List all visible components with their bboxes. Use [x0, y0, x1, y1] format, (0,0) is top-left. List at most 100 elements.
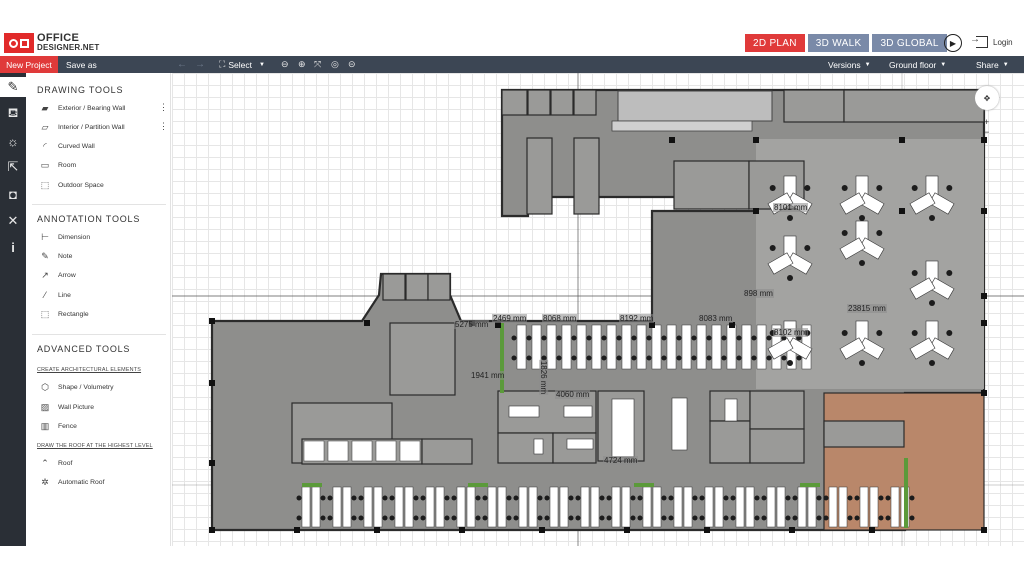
redo-icon[interactable]: →	[195, 56, 205, 73]
chair	[413, 515, 419, 521]
view-3d-walk-button[interactable]: 3D WALK	[807, 34, 870, 52]
floor-dropdown[interactable]: Ground floor ▼	[889, 56, 946, 73]
center-view-icon[interactable]: ◎	[331, 56, 339, 73]
column	[789, 527, 795, 533]
bench	[399, 440, 421, 462]
chair	[792, 515, 798, 521]
shape-volumetry-tool[interactable]: ⬡ Shape / Volumetry	[38, 380, 113, 394]
sun-icon[interactable]: ☼	[3, 131, 23, 151]
line-tool[interactable]: ⁄ Line	[38, 288, 71, 302]
versions-dropdown[interactable]: Versions ▼	[828, 56, 871, 73]
dimension-label: 4060 mm	[555, 390, 591, 399]
chair	[676, 355, 682, 361]
automatic-roof-tool[interactable]: ✲ Automatic Roof	[38, 475, 104, 489]
draw-roof-link[interactable]: DRAW THE ROOF AT THE HIGHEST LEVEL	[37, 443, 153, 449]
desk	[373, 486, 383, 528]
delete-icon[interactable]: ⊝	[348, 56, 356, 73]
rectangle-tool[interactable]: ⬚ Rectangle	[38, 307, 89, 321]
column	[704, 527, 710, 533]
chair	[351, 515, 357, 521]
wall-picture-tool[interactable]: ▨ Wall Picture	[38, 400, 94, 414]
interior-wall-tool[interactable]: ▱ Interior / Partition Wall	[38, 120, 125, 134]
curved-wall-icon: ◜	[43, 140, 47, 151]
desk	[807, 486, 817, 528]
fence-tool[interactable]: ▥ Fence	[38, 419, 77, 433]
chair	[854, 515, 860, 521]
logo-line2: DESIGNER.NET	[37, 43, 100, 52]
undo-icon[interactable]: ←	[177, 56, 187, 73]
column	[294, 527, 300, 533]
tools-icon[interactable]: ✕	[3, 211, 23, 231]
more-options-icon[interactable]: ⋮	[159, 102, 168, 113]
desk	[681, 324, 692, 370]
floor-plan-canvas[interactable]: 8101 mm 898 mm 23815 mm 8102 mm 2469 mm …	[172, 73, 1024, 546]
desk	[651, 324, 662, 370]
fit-screen-icon[interactable]: ⤧	[314, 56, 321, 73]
desk	[528, 486, 538, 528]
chair	[631, 355, 637, 361]
chair	[382, 495, 388, 501]
select-tool-dropdown[interactable]: ⛶ Select ▼	[219, 56, 265, 73]
desk	[561, 324, 572, 370]
chair	[616, 355, 622, 361]
chair	[841, 185, 848, 191]
column	[899, 208, 905, 214]
pan-control-icon[interactable]: ✥	[975, 86, 999, 110]
desk	[549, 486, 559, 528]
save-as-button[interactable]: Save as	[66, 56, 97, 73]
dimension-label: 4724 mm	[603, 456, 639, 465]
export-icon[interactable]: ⇱	[3, 157, 23, 177]
chair	[451, 495, 457, 501]
view-2d-plan-button[interactable]: 2D PLAN	[745, 34, 805, 52]
zoom-in-icon[interactable]: ⊕	[298, 56, 306, 73]
roof-tool[interactable]: ⌃ Roof	[38, 456, 72, 470]
chair	[796, 355, 802, 361]
divider	[32, 334, 166, 335]
desk	[516, 324, 527, 370]
chair	[787, 215, 793, 221]
create-architectural-link[interactable]: CREATE ARCHITECTURAL ELEMENTS	[37, 367, 141, 373]
logo[interactable]: OFFICE DESIGNER.NET	[4, 32, 99, 54]
chair	[668, 495, 674, 501]
column	[624, 527, 630, 533]
chair	[444, 495, 450, 501]
room-tool[interactable]: ▭ Room	[38, 158, 76, 172]
divider	[32, 204, 166, 205]
exterior-wall-tool[interactable]: ▰ Exterior / Bearing Wall	[38, 101, 126, 115]
sofa-icon[interactable]: ⛾	[3, 104, 23, 124]
more-options-icon[interactable]: ⋮	[159, 121, 168, 132]
zoom-out-icon[interactable]: −	[984, 127, 989, 137]
chair	[526, 355, 532, 361]
dimension-label: 8101 mm	[773, 203, 809, 212]
outdoor-space-tool[interactable]: ⬚ Outdoor Space	[38, 178, 104, 192]
desk	[704, 486, 714, 528]
chair	[754, 495, 760, 501]
camera-icon[interactable]: ◘	[3, 184, 23, 204]
zoom-in-icon[interactable]: +	[984, 117, 989, 127]
info-icon[interactable]: i	[3, 237, 23, 257]
dimension-tool[interactable]: ⊢ Dimension	[38, 230, 90, 244]
view-3d-global-button[interactable]: 3D GLOBAL	[872, 34, 947, 52]
chair	[482, 515, 488, 521]
app-window: OFFICE DESIGNER.NET 2D PLAN 3D WALK 3D G…	[0, 0, 1024, 576]
new-project-button[interactable]: New Project	[0, 56, 58, 73]
chair	[646, 335, 652, 341]
chair	[878, 515, 884, 521]
chair	[571, 355, 577, 361]
column	[539, 527, 545, 533]
chair	[661, 495, 667, 501]
chair	[511, 355, 517, 361]
chair	[575, 495, 581, 501]
share-dropdown[interactable]: Share ▼	[976, 56, 1009, 73]
ruler-pencil-icon[interactable]: ✎	[0, 77, 26, 97]
bottom-strip	[0, 546, 1024, 576]
desk	[456, 486, 466, 528]
curved-wall-tool[interactable]: ◜ Curved Wall	[38, 139, 95, 153]
play-icon[interactable]: ▶	[944, 34, 962, 52]
login-button[interactable]: Login	[970, 34, 1013, 48]
left-rail: ✎ ⛾ ☼ ⇱ ◘ ✕ i	[0, 73, 26, 546]
arrow-tool[interactable]: ↗ Arrow	[38, 268, 76, 282]
note-tool[interactable]: ✎ Note	[38, 249, 72, 263]
fence-icon: ▥	[40, 420, 50, 431]
zoom-out-icon[interactable]: ⊖	[281, 56, 289, 73]
